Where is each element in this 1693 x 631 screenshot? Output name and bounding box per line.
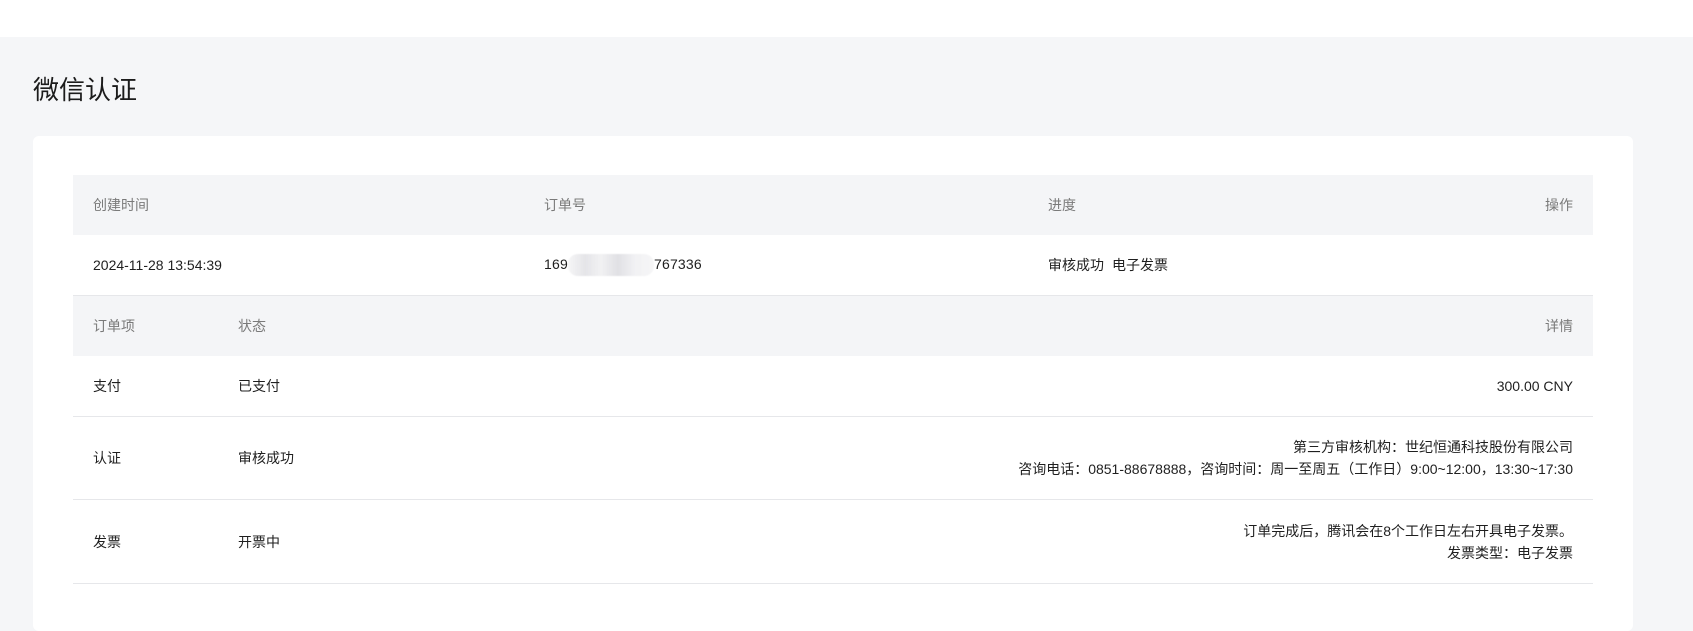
order-table-header: 创建时间 订单号 进度 操作 bbox=[73, 175, 1593, 235]
item-row-invoice: 发票 开票中 订单完成后，腾讯会在8个工作日左右开具电子发票。 发票类型：电子发… bbox=[73, 500, 1593, 584]
item-detail: 300.00 CNY bbox=[538, 375, 1573, 397]
item-row-verification: 认证 审核成功 第三方审核机构：世纪恒通科技股份有限公司 咨询电话：0851-8… bbox=[73, 417, 1593, 500]
item-detail: 第三方审核机构：世纪恒通科技股份有限公司 咨询电话：0851-88678888，… bbox=[538, 436, 1573, 480]
progress-status: 审核成功 bbox=[1048, 257, 1104, 273]
payment-amount: 300.00 CNY bbox=[1496, 378, 1573, 394]
item-name: 支付 bbox=[93, 378, 121, 394]
order-number-suffix: 767336 bbox=[653, 255, 702, 272]
status-header: 状态 bbox=[238, 318, 266, 334]
page-content: 微信认证 创建时间 订单号 进度 操作 2024-11-28 13:54:39 … bbox=[0, 37, 1693, 631]
item-name: 发票 bbox=[93, 533, 121, 550]
item-status: 已支付 bbox=[238, 378, 280, 394]
item-name: 认证 bbox=[93, 450, 121, 466]
item-status: 开票中 bbox=[238, 533, 280, 550]
created-time-header: 创建时间 bbox=[93, 197, 149, 213]
items-table-header: 订单项 状态 详情 bbox=[73, 296, 1593, 356]
order-number-prefix: 169 bbox=[544, 255, 568, 272]
order-table: 创建时间 订单号 进度 操作 2024-11-28 13:54:39 169 76… bbox=[73, 175, 1593, 584]
operation-header: 操作 bbox=[1545, 197, 1573, 213]
consult-info: 咨询电话：0851-88678888，咨询时间：周一至周五（工作日）9:00~1… bbox=[1018, 461, 1573, 477]
order-card: 创建时间 订单号 进度 操作 2024-11-28 13:54:39 169 76… bbox=[33, 136, 1633, 631]
progress-invoice: 电子发票 bbox=[1112, 257, 1168, 273]
item-status: 审核成功 bbox=[238, 450, 294, 466]
detail-header: 详情 bbox=[1545, 318, 1573, 334]
order-row: 2024-11-28 13:54:39 169 767336 审核成功 电子发票 bbox=[73, 235, 1593, 296]
review-agency: 第三方审核机构：世纪恒通科技股份有限公司 bbox=[1293, 439, 1573, 455]
top-bar bbox=[0, 0, 1693, 37]
redaction-mask bbox=[567, 254, 654, 276]
item-row-payment: 支付 已支付 300.00 CNY bbox=[73, 356, 1593, 417]
item-detail: 订单完成后，腾讯会在8个工作日左右开具电子发票。 发票类型：电子发票 bbox=[538, 520, 1573, 564]
invoice-type: 发票类型：电子发票 bbox=[1447, 544, 1573, 561]
progress-header: 进度 bbox=[1048, 197, 1076, 213]
invoice-timeline: 订单完成后，腾讯会在8个工作日左右开具电子发票。 bbox=[1243, 522, 1573, 539]
item-header: 订单项 bbox=[93, 318, 135, 334]
order-number-value: 169 767336 bbox=[544, 254, 1048, 276]
progress-value: 审核成功 电子发票 bbox=[1048, 255, 1453, 275]
order-number-header: 订单号 bbox=[544, 197, 586, 213]
page-title: 微信认证 bbox=[33, 75, 138, 105]
created-time-value: 2024-11-28 13:54:39 bbox=[93, 257, 222, 273]
